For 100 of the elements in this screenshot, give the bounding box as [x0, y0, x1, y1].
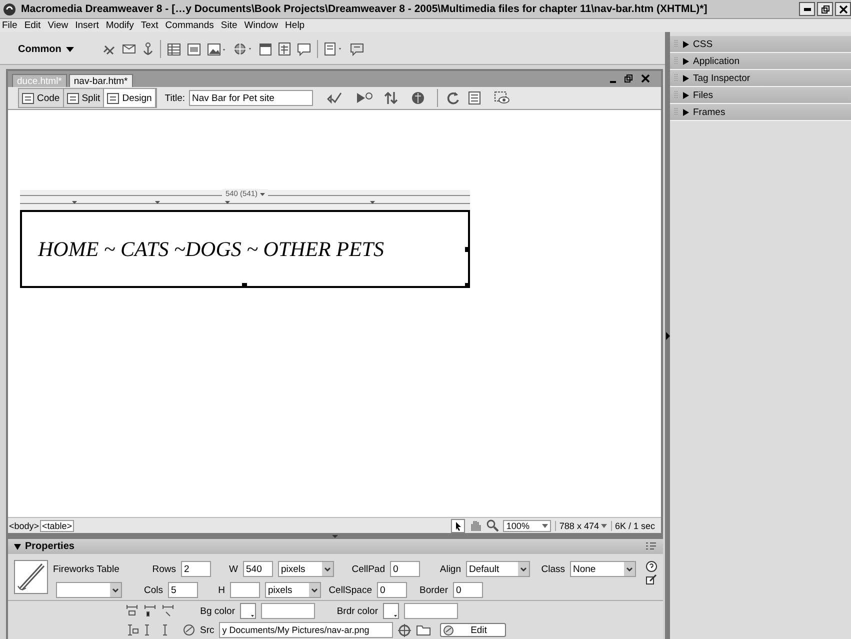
- class-dropdown[interactable]: None: [570, 561, 636, 577]
- panel-header[interactable]: CSS: [670, 36, 851, 53]
- properties-header[interactable]: Properties: [8, 540, 80, 553]
- field-label: Rows: [151, 564, 176, 574]
- tag-selector[interactable]: <body>: [8, 520, 40, 532]
- menu-item[interactable]: File: [2, 20, 18, 31]
- grip-icon: [674, 39, 678, 49]
- media-icon[interactable]: [233, 42, 253, 56]
- restore-button[interactable]: [817, 2, 833, 16]
- nav-table[interactable]: HOME ~ CATS ~DOGS ~ OTHER PETS: [20, 210, 470, 288]
- panel-header[interactable]: Frames: [670, 104, 851, 121]
- panel-header[interactable]: Files: [670, 87, 851, 104]
- field-label: Src: [200, 624, 214, 636]
- minimize-button[interactable]: [799, 2, 815, 16]
- view-icon: [107, 92, 120, 104]
- height-field[interactable]: [230, 582, 260, 598]
- menu-item[interactable]: Edit: [24, 20, 41, 31]
- eye-icon[interactable]: [494, 91, 512, 105]
- view-icon: [22, 92, 34, 104]
- menu-item[interactable]: Help: [285, 20, 305, 31]
- field-label: Class: [540, 564, 565, 574]
- calendar-icon[interactable]: [259, 42, 272, 56]
- help-icon[interactable]: [646, 561, 657, 572]
- edit-button[interactable]: Edit: [440, 623, 506, 637]
- zoom-icon[interactable]: [486, 519, 500, 532]
- window-title: Macromedia Dreamweaver 8 - […y Documents\Book Projects\Dreamweaver 8 - 2005\Multimedia files for chapter 11\nav-bar.htm (XHTML)*]: [21, 3, 708, 15]
- refresh-icon[interactable]: [446, 91, 460, 105]
- column-caret-icon[interactable]: [155, 201, 160, 204]
- pointer-icon[interactable]: [451, 518, 466, 532]
- table-name-dropdown[interactable]: [56, 582, 122, 598]
- menu-item[interactable]: View: [48, 20, 68, 31]
- close-icon: [838, 4, 848, 14]
- fireworks-table-icon: [14, 560, 48, 594]
- collapse-arrow-icon[interactable]: [666, 332, 670, 340]
- panel-header[interactable]: Tag Inspector: [670, 70, 851, 87]
- folder-icon[interactable]: [416, 624, 432, 636]
- app-icon: [3, 2, 16, 16]
- border-field[interactable]: 0: [453, 582, 483, 598]
- menu-item[interactable]: Text: [140, 20, 158, 31]
- field-label: Border: [418, 584, 448, 596]
- border-color-field[interactable]: [404, 603, 458, 619]
- rows-field[interactable]: 2: [181, 561, 211, 577]
- caret-icon: [542, 524, 548, 528]
- grip-icon: [674, 73, 678, 83]
- field-label: Brdr color: [336, 606, 378, 616]
- menu-item[interactable]: Modify: [106, 20, 134, 31]
- width-unit-dropdown[interactable]: pixels: [278, 561, 334, 577]
- table-icon[interactable]: [167, 42, 181, 56]
- panel-header[interactable]: Application: [670, 53, 851, 70]
- width-field[interactable]: 540: [243, 561, 273, 577]
- menu-item[interactable]: Window: [244, 20, 278, 31]
- category-dropdown[interactable]: Common: [0, 42, 90, 56]
- menu-item[interactable]: Commands: [165, 20, 214, 31]
- restore-icon[interactable]: [624, 74, 633, 83]
- image-icon[interactable]: [207, 42, 227, 56]
- view-button[interactable]: Design: [104, 89, 156, 107]
- zoom-dropdown[interactable]: 100%: [503, 520, 552, 532]
- field-label: Cols: [142, 584, 163, 596]
- caret-icon[interactable]: [260, 192, 265, 196]
- cellspace-field[interactable]: 0: [377, 582, 407, 598]
- field-label: CellSpace: [328, 584, 372, 596]
- title-field[interactable]: Nav Bar for Pet site: [189, 90, 314, 106]
- layer-icon[interactable]: [187, 42, 201, 56]
- view-button[interactable]: Split: [64, 89, 104, 107]
- options-menu-icon[interactable]: [645, 542, 657, 552]
- color-swatch[interactable]: [240, 603, 256, 619]
- document-tab[interactable]: nav-bar.htm*: [68, 74, 133, 87]
- field-label: Bg color: [199, 606, 235, 616]
- column-caret-icon[interactable]: [370, 201, 375, 204]
- view-button[interactable]: Code: [19, 89, 64, 107]
- window-size-dropdown[interactable]: 788 x 474: [555, 520, 607, 530]
- hand-icon[interactable]: [469, 519, 482, 532]
- bg-color-field[interactable]: [261, 603, 315, 619]
- grip-icon: [674, 107, 678, 117]
- field-label: W: [228, 564, 238, 574]
- browser-check-icon[interactable]: [355, 91, 376, 105]
- caret-icon: [600, 524, 607, 528]
- template-icon[interactable]: [324, 42, 344, 56]
- menu-item[interactable]: Insert: [75, 20, 99, 31]
- crosshair-icon[interactable]: [398, 624, 412, 636]
- comment-icon[interactable]: [297, 42, 311, 56]
- grip-icon: [674, 90, 678, 100]
- align-dropdown[interactable]: Default: [466, 561, 530, 577]
- column-caret-icon[interactable]: [225, 201, 230, 204]
- height-unit-dropdown[interactable]: pixels: [265, 582, 321, 598]
- close-icon[interactable]: [641, 74, 650, 83]
- menu-item[interactable]: Site: [220, 20, 238, 31]
- edit-icon[interactable]: [646, 574, 657, 585]
- tag-icon[interactable]: [350, 42, 364, 56]
- column-caret-icon[interactable]: [72, 201, 77, 204]
- cellpad-field[interactable]: 0: [390, 561, 420, 577]
- email-icon[interactable]: [122, 43, 136, 55]
- cols-field[interactable]: 5: [168, 582, 198, 598]
- close-button[interactable]: [835, 2, 851, 16]
- anchor-icon[interactable]: [142, 42, 154, 56]
- src-field[interactable]: y Documents/My Pictures/nav-ar.png: [219, 622, 394, 638]
- table-name-label: Fireworks Table: [53, 564, 120, 574]
- tag-selector[interactable]: <table>: [40, 520, 74, 532]
- color-swatch[interactable]: [383, 603, 399, 619]
- server-icon[interactable]: [278, 42, 291, 56]
